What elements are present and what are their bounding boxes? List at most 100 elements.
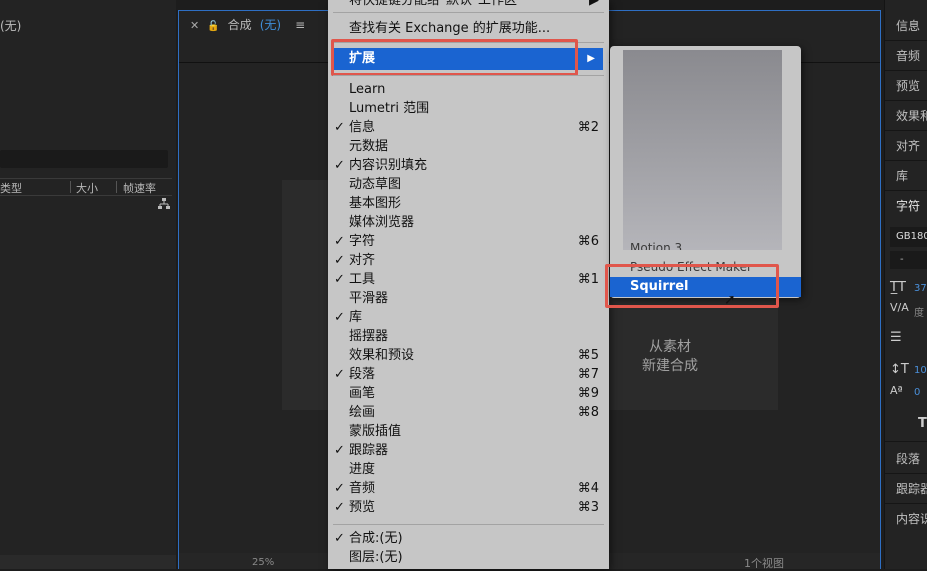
menu-item[interactable]: Learn [328, 80, 609, 99]
new-comp-line2: 新建合成 [642, 358, 698, 374]
menu-item[interactable]: ✓ 信息 ⌘2 [328, 118, 609, 137]
menu-item[interactable]: 元数据 [328, 137, 609, 156]
column-size[interactable]: 大小 [76, 180, 98, 196]
divider [885, 503, 927, 504]
menu-item-shortcut: ⌘4 [577, 481, 599, 496]
menu-item[interactable]: 媒体浏览器 [328, 213, 609, 232]
divider [885, 130, 927, 131]
menu-item-label: 绘画 [349, 405, 376, 420]
checkmark-icon: ✓ [334, 234, 345, 249]
checkmark-icon: ✓ [334, 253, 345, 268]
font-size-icon: T̲T [890, 280, 906, 295]
menu-item-find-extensions[interactable]: 查找有关 Exchange 的扩展功能... [328, 19, 609, 38]
panel-library[interactable]: 库 [896, 167, 908, 184]
panel-menu-icon[interactable]: ≡ [295, 18, 305, 32]
column-divider[interactable] [116, 181, 117, 193]
menu-item[interactable]: 动态草图 [328, 175, 609, 194]
kerning-icon: V/A [890, 301, 909, 314]
menu-item-label: 画笔 [349, 386, 376, 401]
menu-item-assign-shortcuts[interactable]: 将快捷键分配给"默认"工作区 ▶ [328, 0, 609, 10]
menu-item[interactable]: ✓ 音频 ⌘4 [328, 479, 609, 498]
panel-audio[interactable]: 音频 [896, 47, 920, 64]
project-panel-title: (无) [0, 19, 22, 33]
baseline-value[interactable]: 0 [914, 387, 920, 398]
leading-value[interactable]: 10 [914, 365, 927, 376]
new-comp-line1: 从素材 [649, 339, 691, 355]
flowchart-icon[interactable] [158, 198, 170, 210]
menu-item-shortcut: ⌘5 [577, 348, 599, 363]
menu-item-label: 摇摆器 [349, 329, 389, 344]
divider [885, 473, 927, 474]
menu-item-shortcut: ⌘3 [577, 500, 599, 515]
menu-item[interactable]: 基本图形 [328, 194, 609, 213]
checkmark-icon: ✓ [334, 443, 345, 458]
menu-item[interactable]: ✓ 跟踪器 [328, 441, 609, 460]
panel-align[interactable]: 对齐 [896, 137, 920, 154]
zoom-dropdown[interactable]: 25% [252, 557, 274, 568]
panel-effects[interactable]: 效果和 [896, 107, 927, 124]
menu-item[interactable]: ✓ 工具 ⌘1 [328, 270, 609, 289]
menu-item[interactable]: 效果和预设 ⌘5 [328, 346, 609, 365]
menu-item[interactable]: ✓ 预览 ⌘3 [328, 498, 609, 517]
checkmark-icon: ✓ [334, 120, 345, 135]
column-framerate[interactable]: 帧速率 [123, 180, 156, 196]
menu-item-label: 蒙版插值 [349, 424, 402, 439]
menu-item-label: 跟踪器 [349, 443, 389, 458]
menu-item-shortcut: ⌘2 [577, 120, 599, 135]
checkmark-icon: ✓ [334, 481, 345, 496]
panel-character[interactable]: 字符 [896, 197, 920, 214]
menu-item[interactable]: 画笔 ⌘9 [328, 384, 609, 403]
menu-item-label: Learn [349, 82, 386, 97]
font-style-select[interactable]: - [890, 251, 927, 269]
vertical-scale-icon: ↕T [890, 362, 909, 377]
menu-item[interactable]: ✓ 库 [328, 308, 609, 327]
panel-preview[interactable]: 预览 [896, 77, 920, 94]
menu-item[interactable]: ✓ 内容识别填充 [328, 156, 609, 175]
column-type[interactable]: 类型 [0, 180, 22, 196]
column-divider[interactable] [70, 181, 71, 193]
menu-item[interactable]: Lumetri 范围 [328, 99, 609, 118]
divider [885, 190, 927, 191]
project-panel-footer [0, 555, 176, 569]
font-size-value[interactable]: 37 [914, 283, 927, 294]
callout-highlight [331, 39, 578, 76]
submenu-arrow-icon: ▶ [589, 0, 599, 8]
divider [885, 100, 927, 101]
menu-item[interactable]: ✓ 字符 ⌘6 [328, 232, 609, 251]
menu-item-label: 工具 [349, 272, 376, 287]
menu-item-shortcut: ⌘9 [577, 386, 599, 401]
menu-item[interactable]: 绘画 ⌘8 [328, 403, 609, 422]
close-icon[interactable]: ✕ [190, 19, 199, 32]
submenu-item-partial[interactable]: Motion 3 [630, 241, 682, 250]
panel-paragraph[interactable]: 段落 [896, 450, 920, 467]
project-search-input[interactable] [0, 150, 168, 168]
menu-item-label: 查找有关 Exchange 的扩展功能... [349, 21, 551, 36]
menu-item-label: 媒体浏览器 [349, 215, 415, 230]
divider [885, 441, 927, 442]
menu-item-layer[interactable]: 图层:(无) [328, 548, 609, 567]
checkmark-icon: ✓ [334, 367, 345, 382]
submenu-arrow-icon: ▶ [587, 53, 595, 64]
lock-icon[interactable]: 🔓 [207, 21, 219, 32]
composition-tab[interactable]: ✕ 🔓 合成 (无) ≡ [190, 16, 305, 33]
faux-bold-icon[interactable]: T [918, 416, 927, 431]
panel-tracker[interactable]: 跟踪器 [896, 480, 927, 497]
menu-item[interactable]: 进度 [328, 460, 609, 479]
checkmark-icon: ✓ [334, 500, 345, 515]
divider [885, 70, 927, 71]
panel-content-aware[interactable]: 内容识 [896, 510, 927, 527]
divider [885, 40, 927, 41]
menu-item-label: 基本图形 [349, 196, 402, 211]
menu-item-label: 音频 [349, 481, 376, 496]
menu-item[interactable]: ✓ 对齐 [328, 251, 609, 270]
menu-item[interactable]: 平滑器 [328, 289, 609, 308]
menu-item-label: 元数据 [349, 139, 389, 154]
tracking-label[interactable]: 度 [914, 304, 924, 319]
new-comp-from-footage-button[interactable]: 从素材 新建合成 [610, 338, 730, 376]
panel-info[interactable]: 信息 [896, 17, 920, 34]
menu-item[interactable]: 摇摆器 [328, 327, 609, 346]
menu-item[interactable]: 蒙版插值 [328, 422, 609, 441]
menu-item-composition[interactable]: ✓ 合成:(无) [328, 529, 609, 548]
menu-item[interactable]: ✓ 段落 ⌘7 [328, 365, 609, 384]
font-family-select[interactable]: GB180 [890, 227, 927, 247]
